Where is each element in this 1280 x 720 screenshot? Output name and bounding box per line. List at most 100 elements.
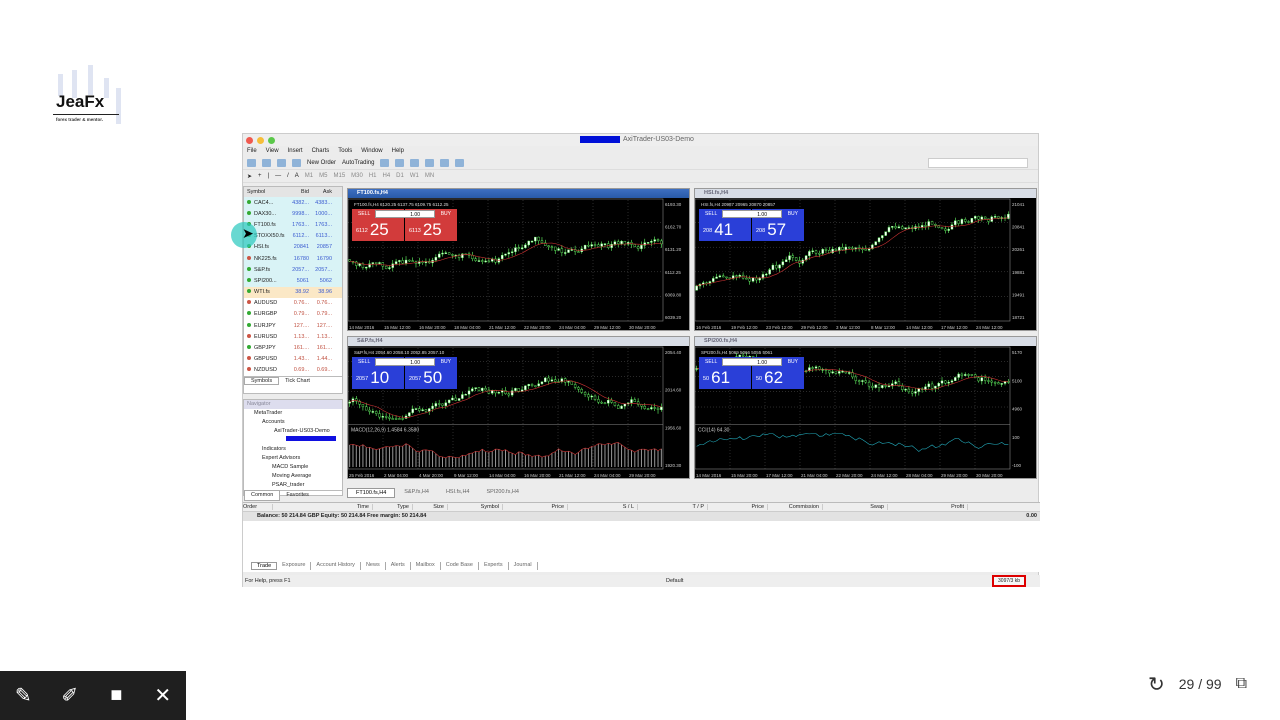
tab-alerts[interactable]: Alerts [386,562,411,570]
column-time[interactable]: Time [273,504,373,510]
chart-window[interactable]: HSI.fs,H4 21041 20841 20261 19881 19491 18721 1… [694,188,1037,331]
zoom-in-icon[interactable] [425,159,435,167]
chart-tab[interactable]: HSI.fs,H4 [438,488,478,498]
tab-favorites[interactable]: Favorites [280,491,315,500]
timeframe-mn[interactable]: MN [425,173,434,179]
column-symbol[interactable]: Symbol [244,189,286,195]
timeframe-w1[interactable]: W1 [410,173,419,179]
highlighter-icon[interactable]: ✐ [55,683,85,708]
tab-mailbox[interactable]: Mailbox [411,562,441,570]
market-watch-row[interactable]: GBPJPY 161.... 161.... [244,342,342,354]
column-swap[interactable]: Swap [823,504,888,510]
chart-tab[interactable]: S&P.fs,H4 [396,488,437,498]
menu-window[interactable]: Window [361,148,382,155]
nav-item[interactable]: AxiTrader-US03-Demo [244,427,342,436]
market-watch-row[interactable]: S&P.fs 2057... 2057... [244,264,342,276]
autotrading-button[interactable]: AutoTrading [342,160,374,166]
market-watch-row[interactable]: FT100.fs 1763... 1763... [244,219,342,231]
market-watch-row[interactable]: EURUSD 1.13... 1.13... [244,331,342,343]
menu-charts[interactable]: Charts [312,148,330,155]
column-order[interactable]: Order [243,504,273,510]
market-watch-row[interactable]: DAX30... 9998... 1000... [244,208,342,220]
column-bid[interactable]: Bid [286,189,309,195]
camera-icon[interactable]: ■ [101,684,131,707]
close-window-button[interactable] [246,137,253,144]
tab-journal[interactable]: Journal [509,562,538,570]
vertical-line-icon[interactable]: | [268,173,270,179]
column-symbol[interactable]: Symbol [448,504,503,510]
timeframe-h1[interactable]: H1 [369,173,377,179]
market-watch-icon[interactable] [277,159,286,167]
crosshair-icon[interactable]: + [258,173,262,179]
nav-item[interactable]: Moving Average [244,472,342,481]
new-chart-icon[interactable] [247,159,256,167]
market-watch-row[interactable]: SPI200... 5061 5062 [244,275,342,287]
zoom-out-icon[interactable] [440,159,450,167]
market-watch-row[interactable]: NK225.fs 16780 16790 [244,252,342,265]
column-ask[interactable]: Ask [309,189,332,195]
tab-symbols[interactable]: Symbols [244,377,280,385]
column-sl[interactable]: S / L [568,504,638,510]
maximize-window-button[interactable] [268,137,275,144]
lot-size-input[interactable]: 1.00 [722,210,782,218]
trendline-icon[interactable]: / [287,173,289,179]
bar-chart-icon[interactable] [380,159,390,167]
replay-icon[interactable]: ↻ [1148,672,1165,697]
market-watch-row[interactable]: STOXX50.fs 6112... 6113... [244,230,342,242]
tab-common[interactable]: Common [244,489,281,501]
line-chart-icon[interactable] [410,159,420,167]
column-commission[interactable]: Commission [768,504,823,510]
market-watch-row[interactable]: GBPUSD 1.43... 1.44... [244,353,342,365]
search-input[interactable] [928,158,1028,168]
nav-item[interactable]: MACD Sample [244,463,342,472]
market-watch-row[interactable]: EURGBP 0.79... 0.79... [244,308,342,321]
lot-size-input[interactable]: 1.00 [375,358,435,366]
menu-view[interactable]: View [266,148,279,155]
tile-windows-icon[interactable] [455,159,465,167]
market-watch-row[interactable]: EURJPY 127.... 127.... [244,320,342,332]
profiles-icon[interactable] [262,159,271,167]
tab-tick-chart[interactable]: Tick Chart [279,378,316,384]
navigator-icon[interactable] [292,159,301,167]
chart-window[interactable]: SPI200.fs,H4 CCI(14) 64.30 5170 5100 4960 100… [694,336,1037,479]
timeframe-h4[interactable]: H4 [383,173,391,179]
new-order-button[interactable]: New Order [307,160,336,166]
timeframe-d1[interactable]: D1 [396,173,404,179]
market-watch-row[interactable]: AUDUSD 0.76... 0.76... [244,297,342,309]
timeframe-m1[interactable]: M1 [305,173,313,179]
menu-help[interactable]: Help [392,148,404,155]
close-icon[interactable]: ✕ [148,683,178,708]
nav-item[interactable]: Indicators [244,445,342,454]
nav-item[interactable]: Accounts [244,418,342,427]
text-icon[interactable]: A [295,173,299,179]
timeframe-m5[interactable]: M5 [319,173,327,179]
market-watch-row[interactable]: NZDUSD 0.69... 0.69... [244,364,342,376]
nav-item[interactable]: Expert Advisors [244,454,342,463]
lot-size-input[interactable]: 1.00 [375,210,435,218]
column-price[interactable]: Price [503,504,568,510]
column-price[interactable]: Price [708,504,768,510]
tab-account-history[interactable]: Account History [311,562,361,570]
nav-item[interactable]: MetaTrader [244,409,342,418]
tab-news[interactable]: News [361,562,386,570]
menu-tools[interactable]: Tools [338,148,352,155]
horizontal-line-icon[interactable]: — [275,173,281,179]
minimize-window-button[interactable] [257,137,264,144]
chart-tab[interactable]: FT100.fs,H4 [347,488,396,498]
market-watch-row[interactable]: CAC4... 4382... 4383... [244,197,342,209]
column-profit[interactable]: Profit [888,504,968,510]
timeframe-m15[interactable]: M15 [333,173,345,179]
cursor-icon[interactable]: ➤ [247,173,252,180]
chart-window[interactable]: FT100.fs,H4 6193.30 6162.70 6131.20 6112.25 6… [347,188,690,331]
tab-experts[interactable]: Experts [479,562,509,570]
chart-window[interactable]: S&P.fs,H4 MACD(12,26,9) 1.4584 6.3580 2054… [347,336,690,479]
lot-size-input[interactable]: 1.00 [722,358,782,366]
column-tp[interactable]: T / P [638,504,708,510]
chart-tab[interactable]: SPI200.fs,H4 [478,488,526,498]
tab-exposure[interactable]: Exposure [277,562,312,570]
menu-insert[interactable]: Insert [288,148,303,155]
timeframe-m30[interactable]: M30 [351,173,363,179]
candlestick-icon[interactable] [395,159,405,167]
menu-file[interactable]: File [247,148,257,155]
column-size[interactable]: Size [413,504,448,510]
